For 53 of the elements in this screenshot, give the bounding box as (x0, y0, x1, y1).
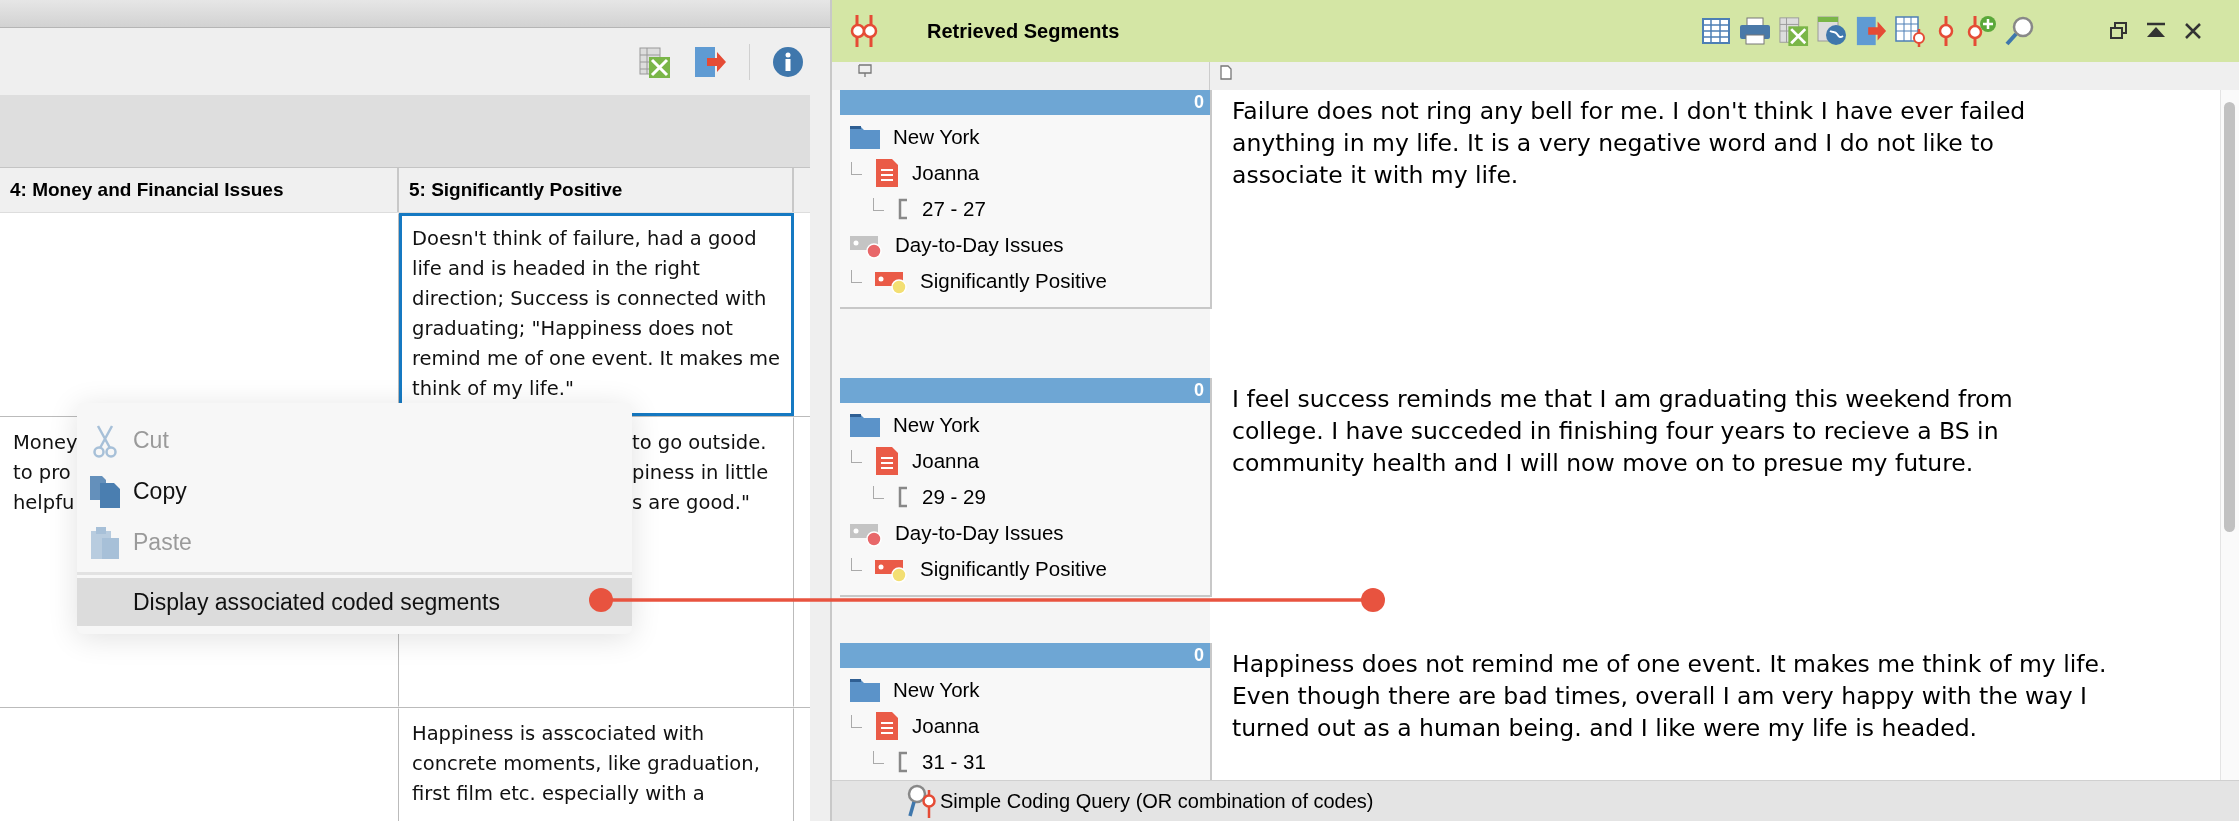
segment-count: 0 (1194, 380, 1204, 400)
table-code-icon[interactable] (1895, 15, 1927, 47)
clipboard-icon (90, 525, 120, 560)
scrollbar-thumb[interactable] (2224, 102, 2235, 532)
segment-count: 0 (1194, 92, 1204, 112)
close-icon[interactable] (2183, 21, 2203, 41)
tree-item-label[interactable]: Day-to-Day Issues (895, 521, 1064, 545)
tree-item-label[interactable]: 31 - 31 (922, 750, 986, 774)
tree-item-label[interactable]: 29 - 29 (922, 485, 986, 509)
code-marker-icon (849, 14, 879, 48)
table-icon[interactable] (1701, 16, 1731, 46)
bracket-icon (896, 486, 910, 508)
menu-item[interactable]: Display associated coded segments (77, 578, 632, 626)
printer-icon[interactable] (1739, 16, 1771, 46)
query-icon (906, 784, 938, 818)
document-icon (874, 711, 900, 741)
tree-item-label[interactable]: Joanna (912, 449, 980, 473)
tree-item-label[interactable]: Significantly Positive (920, 269, 1107, 293)
bracket-icon (896, 751, 910, 773)
folder-icon (849, 677, 881, 703)
document-icon (874, 446, 900, 476)
flag-icon (858, 64, 872, 78)
search-icon[interactable] (2005, 16, 2035, 46)
tree-item-label[interactable]: 27 - 27 (922, 197, 986, 221)
spreadsheet-export-icon[interactable] (639, 44, 671, 79)
spreadsheet-export-icon[interactable] (1779, 15, 1809, 47)
document-icon (874, 158, 900, 188)
scissors-icon (92, 423, 118, 458)
tree-item-label[interactable]: Joanna (912, 714, 980, 738)
table-cell[interactable]: Happiness is asscociated with concrete moments, like graduation, first film etc. especially with a (399, 708, 794, 821)
page-icon (1220, 65, 1232, 80)
folder-icon (849, 124, 881, 150)
tree-item-label[interactable]: Day-to-Day Issues (895, 233, 1064, 257)
globe-table-icon[interactable] (1817, 15, 1847, 47)
tree-item-label[interactable]: New York (893, 678, 980, 702)
segment-count: 0 (1194, 645, 1204, 665)
bracket-icon (896, 198, 910, 220)
tree-item-label[interactable]: New York (893, 413, 980, 437)
export-icon[interactable] (693, 44, 727, 79)
tree-item-label[interactable]: Joanna (912, 161, 980, 185)
info-icon[interactable] (772, 45, 804, 78)
column-header[interactable]: 5: Significantly Positive (399, 168, 794, 212)
export-icon[interactable] (1855, 15, 1887, 47)
add-code-icon[interactable] (1965, 15, 1997, 47)
menu-item[interactable]: Copy (77, 466, 632, 517)
tree-item-label[interactable]: Significantly Positive (920, 557, 1107, 581)
status-text: Simple Coding Query (OR combination of codes) (940, 789, 1374, 813)
restore-window-icon[interactable] (2109, 21, 2129, 41)
folder-icon (849, 412, 881, 438)
panel-title: Retrieved Segments (927, 19, 1120, 43)
copy-icon (88, 474, 122, 509)
column-header[interactable]: 4: Money and Financial Issues (0, 168, 399, 212)
tree-item-label[interactable]: New York (893, 125, 980, 149)
